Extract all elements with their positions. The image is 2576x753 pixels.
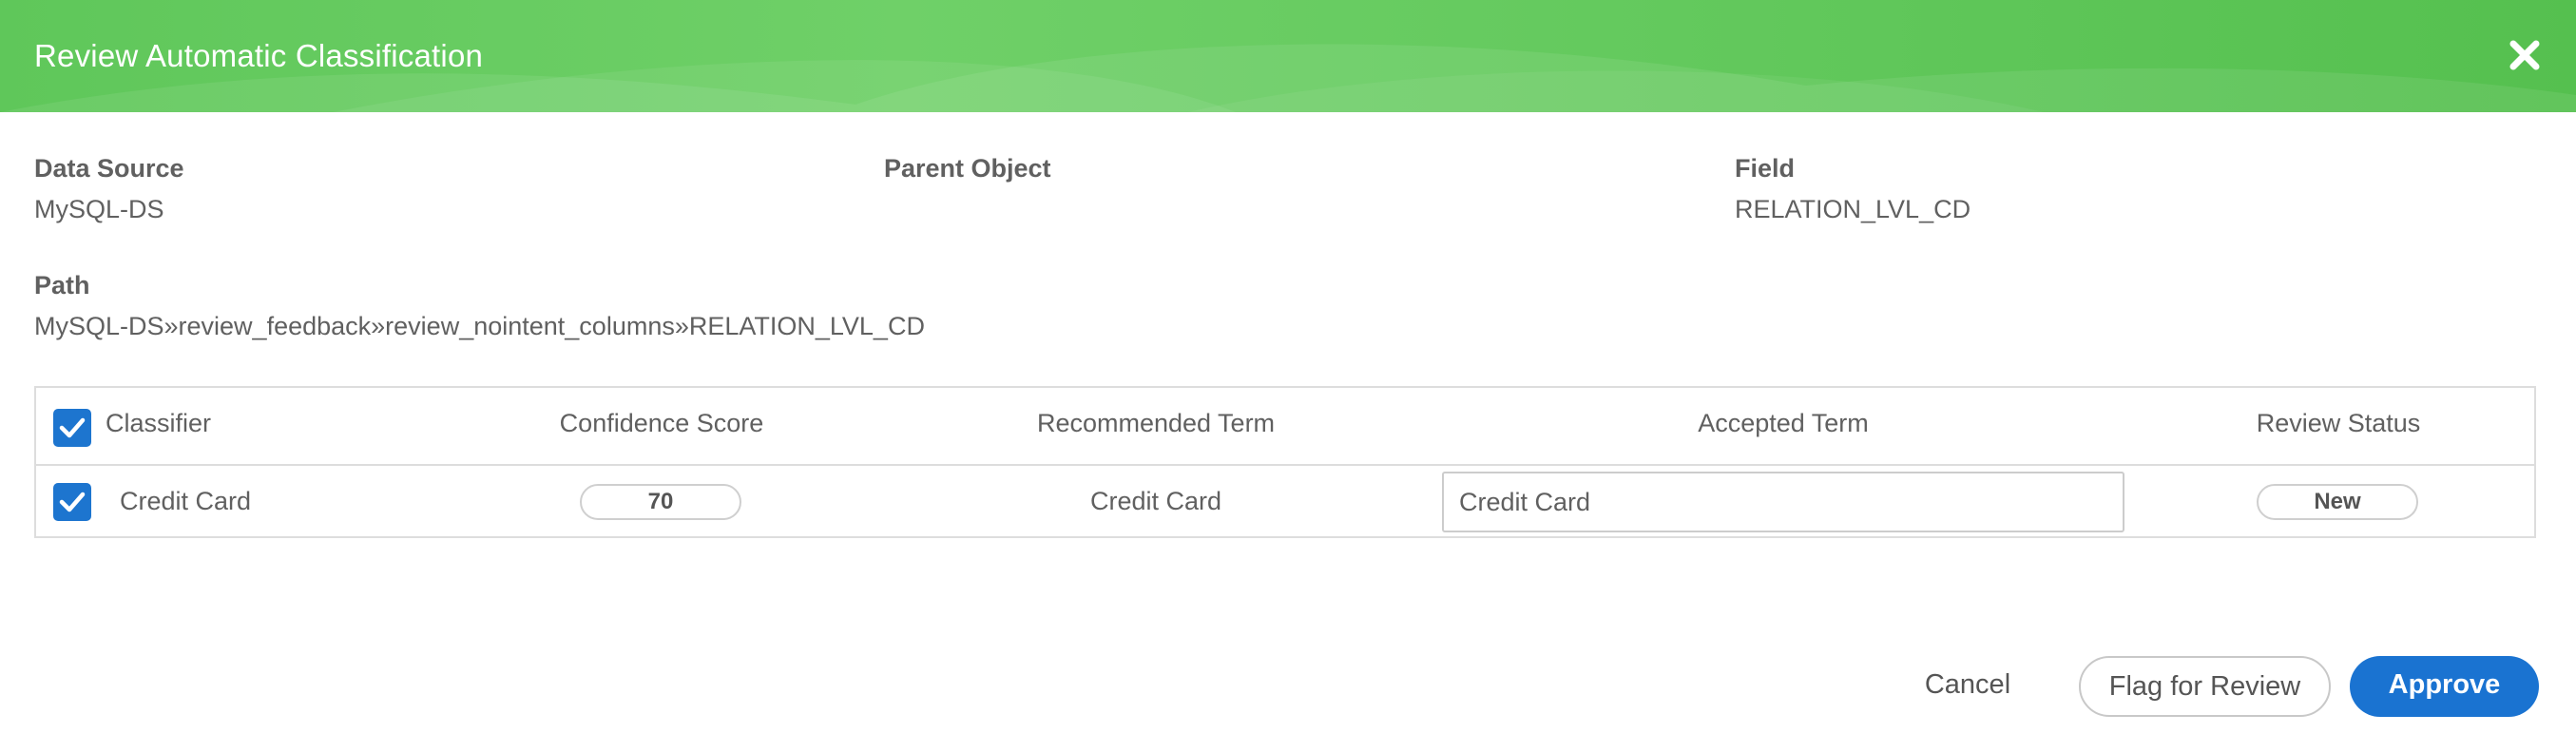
- classifier-cell: Credit Card: [120, 487, 252, 515]
- field-label: Field: [1735, 154, 1796, 183]
- column-header-accepted-term[interactable]: Accepted Term: [1698, 409, 1869, 438]
- flag-for-review-button[interactable]: Flag for Review: [2079, 656, 2331, 717]
- dialog-header: Review Automatic Classification: [0, 0, 2576, 112]
- classification-table: Classifier Confidence Score Recommended …: [34, 386, 2536, 538]
- accepted-term-input[interactable]: [1442, 472, 2124, 532]
- select-all-checkbox[interactable]: [53, 409, 91, 447]
- approve-button[interactable]: Approve: [2350, 656, 2539, 717]
- data-source-label: Data Source: [34, 154, 184, 183]
- close-button[interactable]: [2506, 36, 2544, 74]
- table-header-divider: [36, 464, 2534, 466]
- column-header-confidence-score[interactable]: Confidence Score: [560, 409, 764, 438]
- data-source-value: MySQL-DS: [34, 195, 164, 223]
- close-icon: [2509, 40, 2540, 70]
- check-icon: [59, 417, 86, 438]
- recommended-term-cell: Credit Card: [1089, 487, 1222, 515]
- column-header-review-status[interactable]: Review Status: [2257, 409, 2421, 438]
- column-header-classifier[interactable]: Classifier: [106, 409, 211, 438]
- column-header-recommended-term[interactable]: Recommended Term: [1037, 409, 1275, 438]
- field-value: RELATION_LVL_CD: [1735, 195, 1971, 223]
- cancel-button[interactable]: Cancel: [1911, 656, 2025, 717]
- path-label: Path: [34, 271, 90, 299]
- review-status-badge: New: [2257, 484, 2418, 520]
- row-checkbox[interactable]: [53, 483, 91, 521]
- parent-object-label: Parent Object: [884, 154, 1051, 183]
- dialog-title: Review Automatic Classification: [34, 38, 484, 73]
- check-icon: [59, 492, 86, 512]
- path-value: MySQL-DS»review_feedback»review_nointent…: [34, 312, 925, 340]
- confidence-score-badge: 70: [580, 484, 741, 520]
